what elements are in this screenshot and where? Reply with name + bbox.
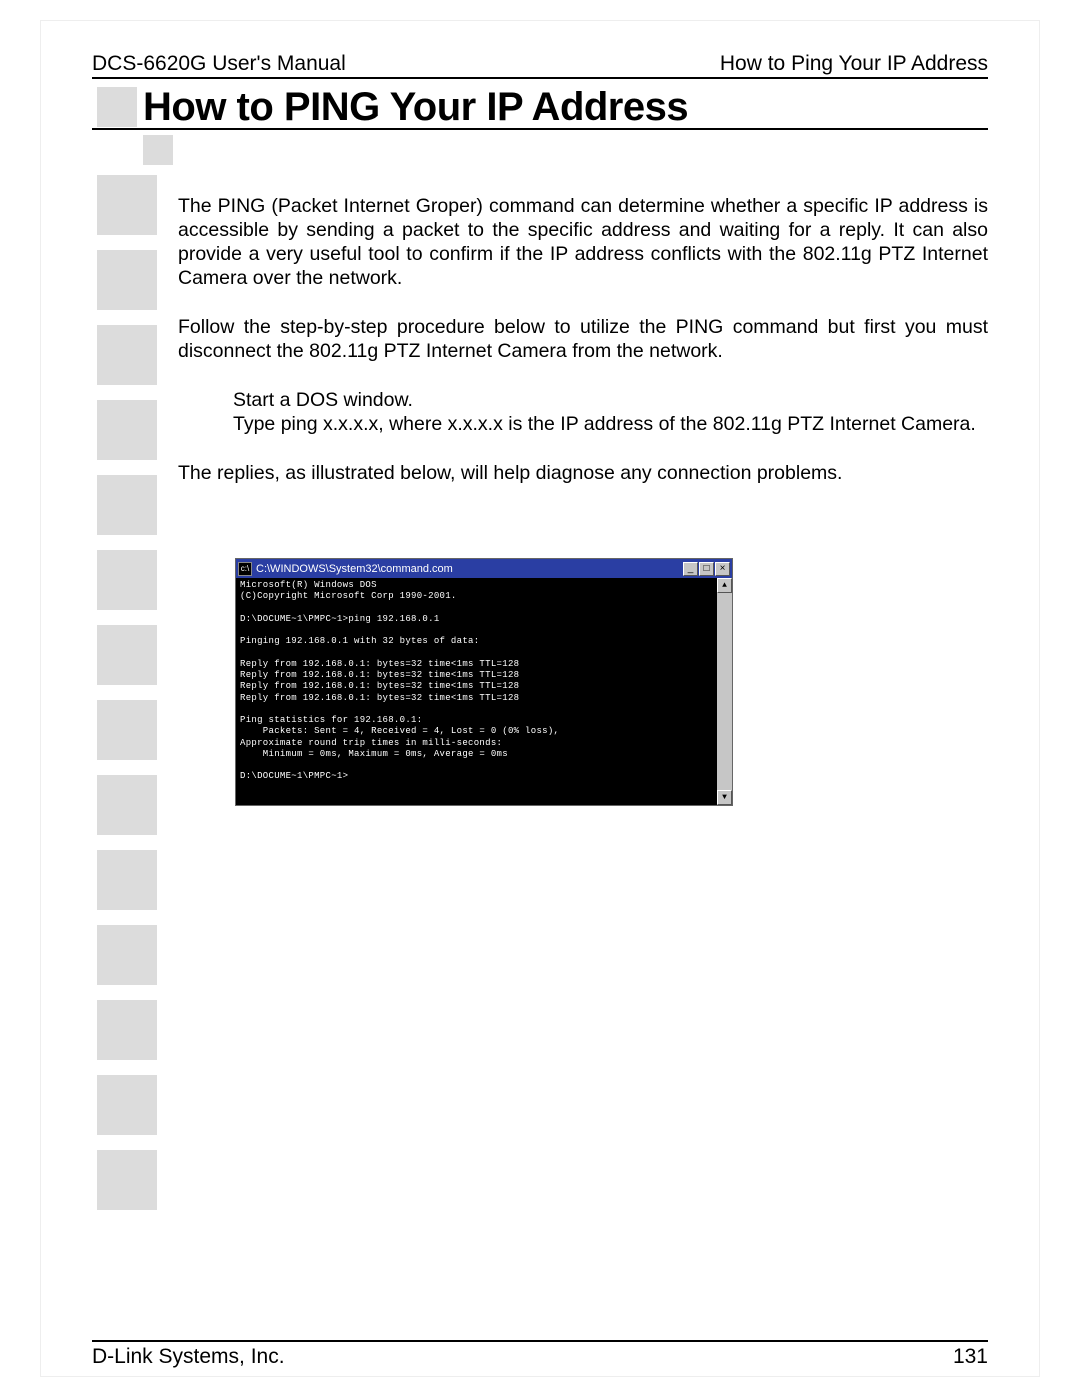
page-title: How to PING Your IP Address <box>143 85 688 130</box>
deco-square <box>97 550 157 610</box>
scrollbar[interactable]: ▲ ▼ <box>717 578 732 805</box>
dos-window: c:\ C:\WINDOWS\System32\command.com _ □ … <box>235 558 733 806</box>
cmd-icon: c:\ <box>238 562 252 576</box>
header-right: How to Ping Your IP Address <box>720 52 988 76</box>
deco-square <box>97 475 157 535</box>
deco-square <box>97 87 137 127</box>
step-line: Type ping x.x.x.x, where x.x.x.x is the … <box>233 413 988 437</box>
deco-square <box>97 250 157 310</box>
deco-square <box>97 175 157 235</box>
manual-page: DCS-6620G User's Manual How to Ping Your… <box>0 0 1080 1397</box>
scroll-down-button[interactable]: ▼ <box>717 790 732 805</box>
deco-square <box>97 700 157 760</box>
footer-rule <box>92 1340 988 1342</box>
paragraph: The replies, as illustrated below, will … <box>178 462 988 486</box>
steps-block: Start a DOS window. Type ping x.x.x.x, w… <box>233 389 988 437</box>
footer-page-number: 131 <box>953 1345 988 1369</box>
deco-square <box>97 325 157 385</box>
dos-title: C:\WINDOWS\System32\command.com <box>256 563 453 575</box>
minimize-button[interactable]: _ <box>683 562 698 576</box>
dos-titlebar: c:\ C:\WINDOWS\System32\command.com _ □ … <box>236 559 732 578</box>
dos-output: Microsoft(R) Windows DOS (C)Copyright Mi… <box>236 578 717 805</box>
deco-square <box>97 925 157 985</box>
paragraph: The PING (Packet Internet Groper) comman… <box>178 195 988 291</box>
deco-square <box>97 625 157 685</box>
deco-square <box>97 1075 157 1135</box>
title-rule <box>92 128 988 130</box>
deco-square <box>97 850 157 910</box>
maximize-button[interactable]: □ <box>699 562 714 576</box>
body-text: The PING (Packet Internet Groper) comman… <box>178 195 988 486</box>
page-footer: D-Link Systems, Inc. 131 <box>92 1345 988 1369</box>
deco-square <box>97 400 157 460</box>
page-header: DCS-6620G User's Manual How to Ping Your… <box>92 50 988 76</box>
deco-square-column <box>97 175 167 1225</box>
deco-square <box>143 135 173 165</box>
header-left: DCS-6620G User's Manual <box>92 52 346 76</box>
deco-square <box>97 775 157 835</box>
step-line: Start a DOS window. <box>233 389 988 413</box>
deco-square <box>97 1000 157 1060</box>
dos-body-wrap: Microsoft(R) Windows DOS (C)Copyright Mi… <box>236 578 732 805</box>
scroll-up-button[interactable]: ▲ <box>717 578 732 593</box>
deco-square <box>97 1150 157 1210</box>
close-button[interactable]: × <box>715 562 730 576</box>
paragraph: Follow the step-by-step procedure below … <box>178 316 988 364</box>
footer-company: D-Link Systems, Inc. <box>92 1345 285 1369</box>
header-rule <box>92 77 988 79</box>
